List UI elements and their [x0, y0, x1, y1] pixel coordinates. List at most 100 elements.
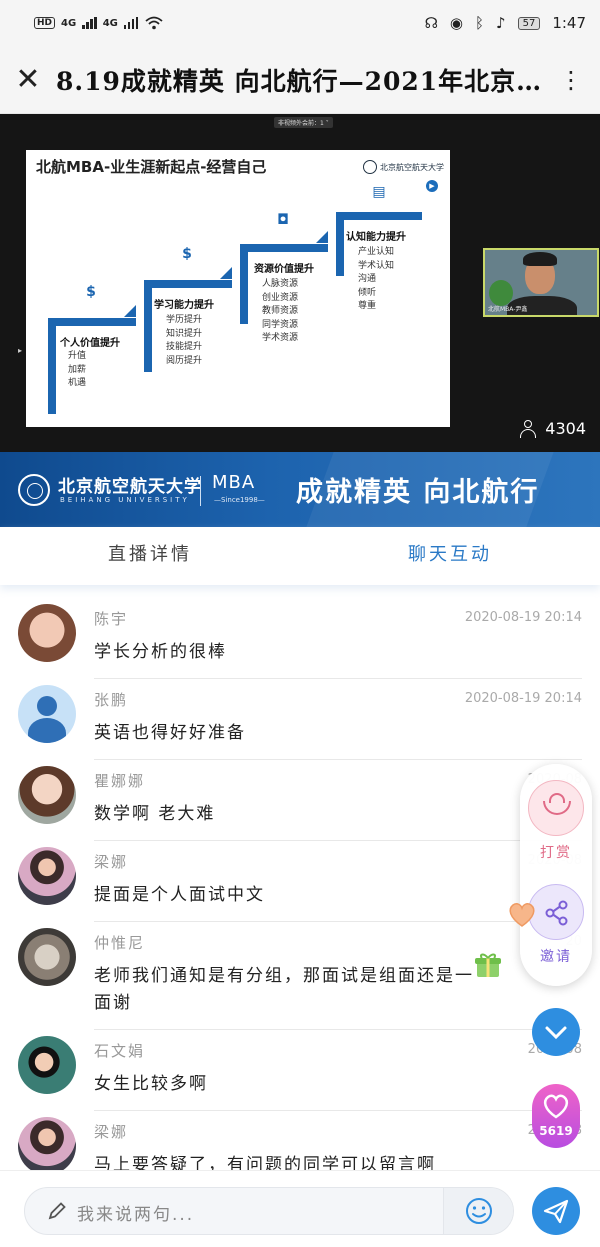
chat-message[interactable]: 张鹏 2020-08-19 20:14 英语也得好好准备	[0, 679, 600, 760]
since-label: —Since1998—	[214, 496, 265, 504]
university-seal-icon	[363, 160, 377, 174]
avatar[interactable]	[18, 847, 76, 905]
chat-message[interactable]: 石文娟 2020-08 女生比较多啊	[0, 1030, 600, 1111]
brand-banner: 北京航空航天大学 BEIHANG UNIVERSITY MBA —Since19…	[0, 452, 600, 527]
slide-logo: 北京航空航天大学	[363, 160, 444, 174]
chat-timestamp: 2020-08-19 20:14	[464, 691, 582, 706]
like-button[interactable]: 5619	[532, 1084, 580, 1148]
slide-logo-text: 北京航空航天大学	[380, 162, 444, 172]
network-type-1: 4G	[61, 17, 77, 29]
send-button[interactable]	[532, 1187, 580, 1235]
chat-body: 瞿娜娜 2020-08 数学啊 老大难	[94, 766, 582, 841]
tab-chat[interactable]: 聊天互动	[300, 527, 600, 585]
finance-icon: $	[182, 246, 192, 262]
chat-list[interactable]: 陈宇 2020-08-19 20:14 学长分析的很棒 张鹏 2020-08-1…	[0, 598, 600, 1170]
viewer-count: 4304	[519, 419, 586, 438]
viewer-count-value: 4304	[545, 419, 586, 438]
chat-text: 数学啊 老大难	[94, 804, 216, 824]
chat-body: 仲惟尼 20 老师我们通知是有分组，那面试是组面还是一面谢	[94, 928, 582, 1030]
chat-body: 石文娟 2020-08 女生比较多啊	[94, 1036, 582, 1111]
user-icon	[519, 419, 537, 438]
avatar[interactable]	[18, 766, 76, 824]
cursor-mark: ▸	[18, 346, 23, 355]
step-bar	[240, 244, 328, 252]
step-item: 尊重	[358, 301, 377, 311]
network-status: HD 4G 4G	[34, 16, 164, 30]
banner-divider	[200, 476, 201, 506]
status-bar: HD 4G 4G ☊ ◉ ᛒ ♪ 57 1:47	[0, 0, 600, 46]
default-avatar-icon[interactable]	[18, 685, 76, 743]
heart-like-icon	[543, 1094, 569, 1119]
step-item: 加薪	[68, 364, 87, 375]
chat-text: 女生比较多啊	[94, 1074, 208, 1094]
chat-input-bar: 我来说两句...	[0, 1170, 600, 1247]
pencil-icon	[48, 1202, 66, 1220]
step-item: 机遇	[68, 378, 87, 388]
network-type-2: 4G	[102, 17, 118, 29]
send-icon	[543, 1199, 569, 1224]
presenter-camera[interactable]: 北航MBA-尹鑫	[483, 248, 599, 317]
step-item: 教师资源	[262, 306, 299, 316]
scroll-down-button[interactable]	[532, 1008, 580, 1056]
video-top-label[interactable]: 非视频外会前：1 ˅	[274, 117, 333, 128]
chat-timestamp: 2020-08-19 20:14	[464, 610, 582, 625]
live-video[interactable]: 非视频外会前：1 ˅ ▸ 北航MBA-业生涯新起点-经营自己 北京航空航天大学 …	[0, 114, 600, 452]
step-item: 创业资源	[262, 292, 299, 303]
step-items: 人脉资源 创业资源 教师资源 同学资源 学术资源	[262, 278, 298, 346]
chat-text: 英语也得好好准备	[94, 723, 246, 743]
like-count: 5619	[539, 1124, 573, 1138]
reward-button[interactable]: 打赏	[528, 780, 584, 862]
step-item: 学术资源	[262, 333, 299, 343]
step-heading: 认知能力提升	[346, 232, 406, 243]
chat-username: 仲惟尼	[94, 934, 146, 952]
university-name-en: BEIHANG UNIVERSITY	[60, 496, 190, 504]
step-bar	[144, 280, 152, 372]
step-item: 知识提升	[166, 328, 203, 339]
step-items: 升值 加薪 机遇	[68, 350, 86, 391]
emoji-button[interactable]	[443, 1188, 513, 1234]
step-item: 阅历提升	[166, 355, 203, 366]
step-item: 沟通	[358, 274, 377, 284]
chat-text: 马上要答疑了，有问题的同学可以留言啊	[94, 1155, 436, 1170]
chat-message[interactable]: 仲惟尼 20 老师我们通知是有分组，那面试是组面还是一面谢	[0, 922, 600, 1030]
chat-username: 梁娜	[94, 853, 129, 871]
tab-live-details[interactable]: 直播详情	[0, 527, 300, 585]
more-icon[interactable]: ⋮	[544, 66, 600, 94]
chat-message[interactable]: 陈宇 2020-08-19 20:14 学长分析的很棒	[0, 598, 600, 679]
chat-message[interactable]: 梁娜 2020-08 马上要答疑了，有问题的同学可以留言啊	[0, 1111, 600, 1170]
step-item: 倾听	[358, 287, 377, 298]
step-items: 学历提升 知识提升 技能提升 阅历提升	[166, 314, 202, 368]
step-bar	[144, 280, 232, 288]
title-bar: ✕ 8.19成就精英 向北航行—2021年北京… ⋮	[0, 46, 600, 114]
step-bar	[240, 244, 248, 324]
chat-body: 张鹏 2020-08-19 20:14 英语也得好好准备	[94, 685, 582, 760]
step-item: 人脉资源	[262, 279, 299, 289]
step-arrow	[220, 267, 232, 279]
avatar[interactable]	[18, 604, 76, 662]
signal-icon-2	[123, 17, 139, 29]
system-status: ☊ ◉ ᛒ ♪ 57 1:47	[425, 14, 586, 32]
presenter-hair	[523, 252, 557, 266]
university-logo-icon	[18, 474, 50, 506]
step-arrow	[316, 231, 328, 243]
chat-input[interactable]: 我来说两句...	[24, 1187, 514, 1235]
avatar[interactable]	[18, 928, 76, 986]
step-item: 产业认知	[358, 247, 395, 257]
mute-icon: ♪	[496, 14, 506, 32]
step-heading: 个人价值提升	[60, 338, 120, 349]
chat-username: 石文娟	[94, 1042, 146, 1060]
step-item: 技能提升	[166, 342, 203, 352]
chat-message[interactable]: 瞿娜娜 2020-08 数学啊 老大难	[0, 760, 600, 841]
close-icon[interactable]: ✕	[0, 64, 56, 95]
play-icon: ▶	[426, 180, 438, 192]
chat-username: 瞿娜娜	[94, 772, 146, 790]
avatar[interactable]	[18, 1117, 76, 1170]
step-item: 学术认知	[358, 260, 395, 271]
step-item: 同学资源	[262, 319, 299, 330]
smiley-icon	[466, 1198, 492, 1224]
gold-ingot-icon	[528, 780, 584, 836]
chat-input-placeholder: 我来说两句...	[77, 1205, 195, 1225]
avatar[interactable]	[18, 1036, 76, 1094]
step-bar	[48, 318, 56, 414]
money-icon: $	[86, 284, 96, 300]
